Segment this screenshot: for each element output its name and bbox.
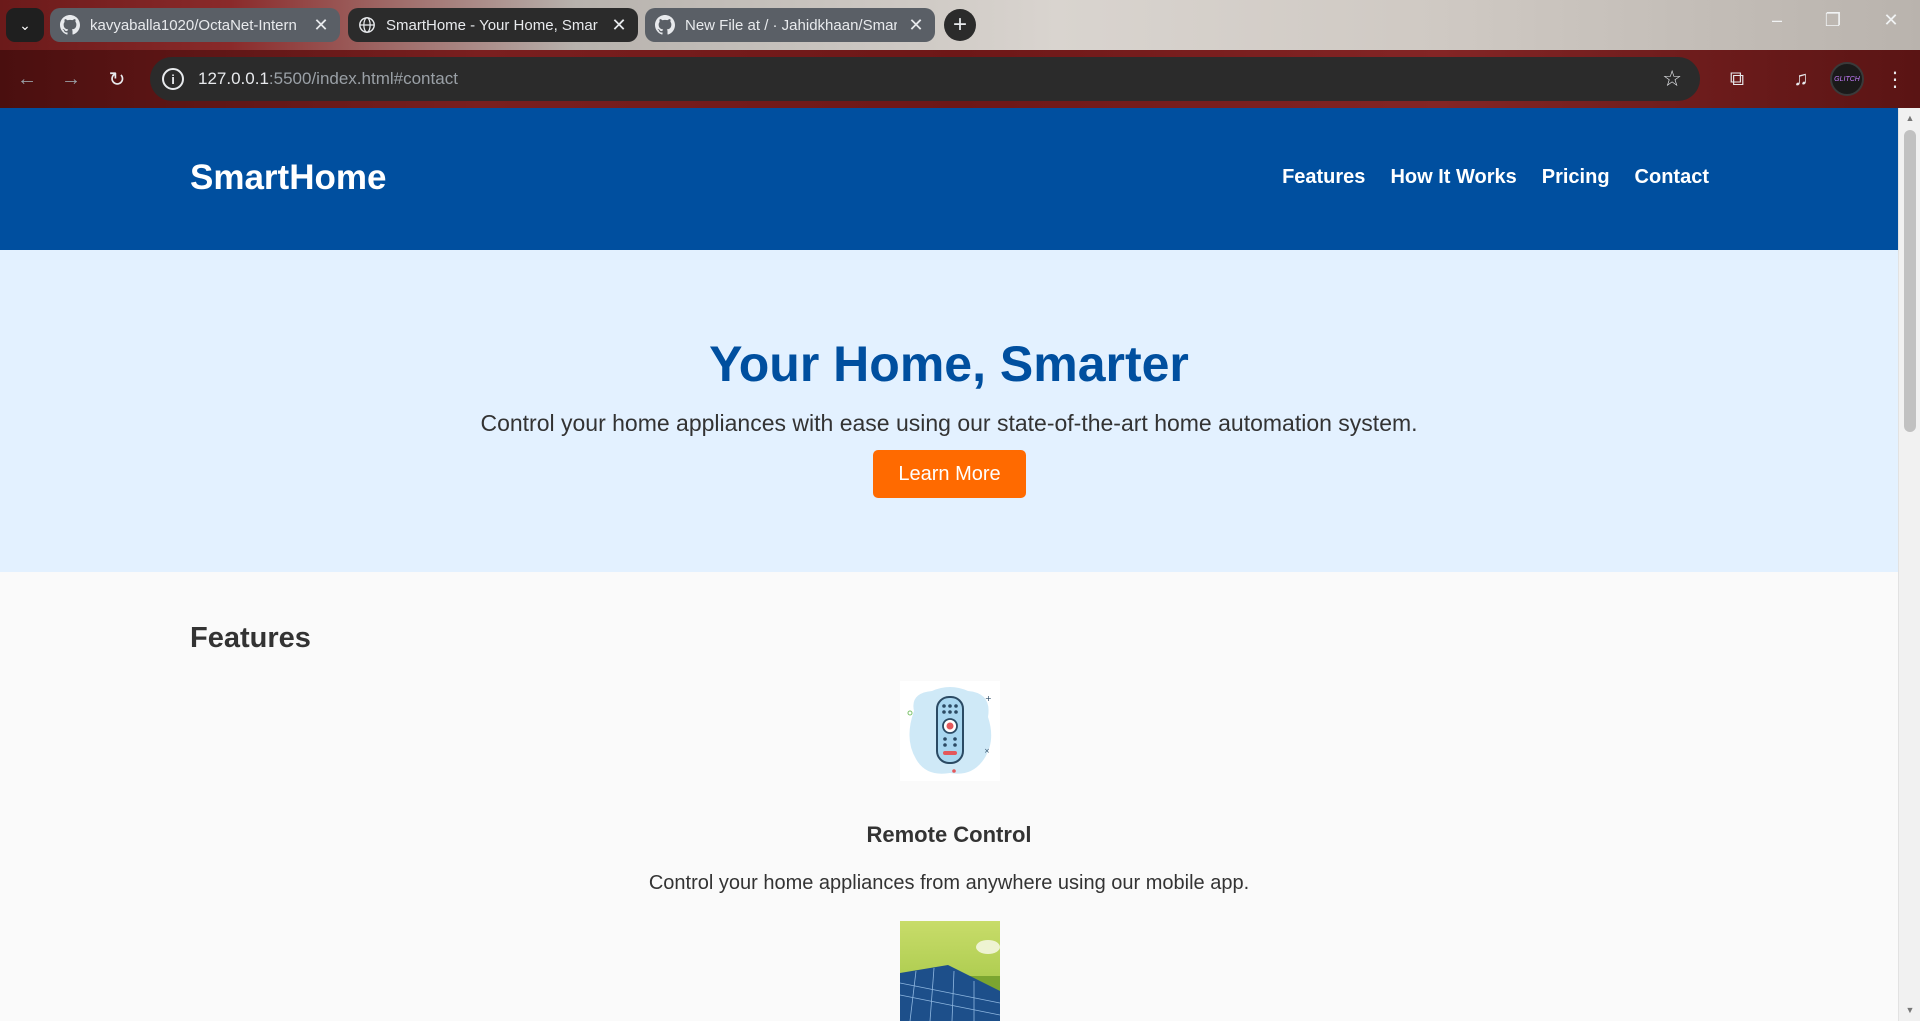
address-bar[interactable]: i 127.0.0.1:5500/index.html#contact ☆	[150, 57, 1700, 101]
scrollbar-thumb[interactable]	[1904, 130, 1916, 432]
tab-smarthome[interactable]: SmartHome - Your Home, Smar ✕	[348, 8, 638, 42]
restore-button[interactable]: ❐	[1818, 10, 1848, 31]
site-header: SmartHome Features How It Works Pricing …	[0, 108, 1898, 250]
solar-panel-image	[900, 921, 1000, 1021]
hero-subtitle: Control your home appliances with ease u…	[480, 410, 1418, 436]
close-icon[interactable]: ✕	[907, 15, 925, 36]
reload-button[interactable]: ↻	[102, 64, 132, 94]
arrow-left-icon: ←	[17, 67, 37, 90]
bookmark-star-icon[interactable]: ☆	[1662, 66, 1682, 92]
page-viewport: SmartHome Features How It Works Pricing …	[0, 108, 1898, 1021]
feature-title: Remote Control	[866, 822, 1032, 847]
main-nav: Features How It Works Pricing Contact	[1282, 166, 1709, 189]
reload-icon: ↻	[108, 68, 126, 91]
close-icon[interactable]: ✕	[610, 15, 628, 36]
tab-title: New File at / · Jahidkhaan/Smar	[685, 16, 897, 34]
close-icon[interactable]: ✕	[312, 15, 330, 36]
back-button[interactable]: ←	[12, 64, 42, 94]
forward-button[interactable]: →	[56, 64, 86, 94]
hero-section: Your Home, Smarter Control your home app…	[0, 250, 1898, 572]
chevron-down-icon: ⌄	[19, 16, 31, 33]
nav-pricing-link[interactable]: Pricing	[1542, 166, 1610, 189]
tab-search-button[interactable]: ⌄	[6, 8, 44, 42]
svg-text:×: ×	[984, 747, 990, 755]
minimize-button[interactable]: –	[1762, 10, 1792, 31]
learn-more-button[interactable]: Learn More	[873, 450, 1026, 498]
tab-title: kavyaballa1020/OctaNet-Intern	[90, 16, 297, 34]
feature-description: Control your home appliances from anywhe…	[648, 872, 1250, 894]
tab-octanet[interactable]: kavyaballa1020/OctaNet-Intern ✕	[50, 8, 340, 42]
tab-title: SmartHome - Your Home, Smar	[386, 16, 598, 34]
menu-kebab-icon[interactable]: ⋮	[1880, 64, 1910, 94]
tab-new-file[interactable]: New File at / · Jahidkhaan/Smar ✕	[645, 8, 935, 42]
plus-icon: +	[952, 11, 967, 38]
profile-avatar[interactable]: GLITCH	[1830, 62, 1864, 96]
hero-title: Your Home, Smarter	[709, 336, 1189, 392]
remote-control-image: + ×	[900, 681, 1000, 781]
scroll-down-arrow-icon[interactable]: ▼	[1904, 1004, 1916, 1016]
url-text: 127.0.0.1:5500/index.html#contact	[198, 69, 458, 88]
page-scrollbar[interactable]: ▲ ▼	[1898, 108, 1920, 1021]
site-logo[interactable]: SmartHome	[190, 158, 386, 198]
scroll-up-arrow-icon[interactable]: ▲	[1904, 112, 1916, 124]
new-tab-button[interactable]: +	[944, 9, 976, 41]
nav-how-it-works-link[interactable]: How It Works	[1390, 166, 1516, 189]
media-controls-icon[interactable]: ♫	[1786, 64, 1816, 94]
browser-tab-strip: ⌄ kavyaballa1020/OctaNet-Intern ✕ SmartH…	[0, 0, 1920, 50]
github-icon	[60, 15, 80, 35]
nav-features-link[interactable]: Features	[1282, 166, 1365, 189]
globe-icon	[359, 17, 375, 33]
site-info-icon[interactable]: i	[162, 68, 184, 90]
extensions-icon[interactable]: ⧉	[1722, 64, 1752, 94]
nav-contact-link[interactable]: Contact	[1635, 166, 1709, 189]
close-window-button[interactable]: ✕	[1876, 10, 1906, 31]
github-icon	[655, 15, 675, 35]
arrow-right-icon: →	[61, 67, 81, 90]
features-heading: Features	[190, 622, 311, 654]
svg-text:+: +	[985, 694, 992, 703]
